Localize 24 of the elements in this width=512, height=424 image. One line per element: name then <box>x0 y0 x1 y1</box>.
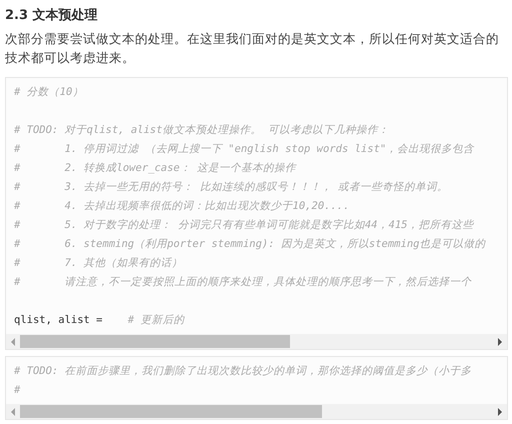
scroll-thumb[interactable] <box>20 335 290 348</box>
intro-paragraph: 次部分需要尝试做文本的处理。在这里我们面对的是英文文本，所以任何对英文适合的技术都可以考虑进来。 <box>5 30 500 67</box>
code-comment: # 6. stemming（利用porter stemming): 因为是英文，所以stemming也是可以做的 <box>14 238 486 250</box>
scroll-right-icon[interactable] <box>497 408 503 416</box>
code-comment: # 4. 去掉出现频率很低的词：比如出现次数少于10,20.... <box>14 200 350 212</box>
code-comment: # 更新后的 <box>128 314 184 326</box>
section-heading: 2.3 文本预处理 <box>5 6 98 24</box>
scroll-left-icon[interactable] <box>10 408 16 416</box>
scroll-bar[interactable] <box>6 334 507 349</box>
code-comment: # 5. 对于数字的处理： 分词完只有有些单词可能就是数字比如44，415，把所有这些 <box>14 219 474 231</box>
code-text: qlist, alist = <box>14 314 104 326</box>
code-comment: # <box>14 384 20 396</box>
scroll-bar[interactable] <box>6 404 507 419</box>
scroll-right-icon[interactable] <box>497 338 503 346</box>
code-comment: # 7. 其他（如果有的话） <box>14 257 183 269</box>
code-comment: # 2. 转换成lower_case： 这是一个基本的操作 <box>14 162 296 174</box>
scroll-thumb[interactable] <box>20 405 322 418</box>
code-comment: # 分数（10） <box>14 86 84 98</box>
code-comment: # TODO: 对于qlist, alist做文本预处理操作。 可以考虑以下几种操作： <box>14 124 389 136</box>
code-comment: # TODO: 在前面步骤里，我们删除了出现次数比较少的单词，那你选择的阈值是多少（小于多 <box>14 365 472 377</box>
code-comment: # 1. 停用词过滤 （去网上搜一下 "english stop words list"，会出现很多包含 <box>14 143 474 155</box>
code-comment: # 请注意，不一定要按照上面的顺序来处理，具体处理的顺序思考一下，然后选择一个 <box>14 276 472 288</box>
code-comment: # 3. 去掉一些无用的符号： 比如连续的感叹号！！！， 或者一些奇怪的单词。 <box>14 181 448 193</box>
scroll-left-icon[interactable] <box>10 338 16 346</box>
